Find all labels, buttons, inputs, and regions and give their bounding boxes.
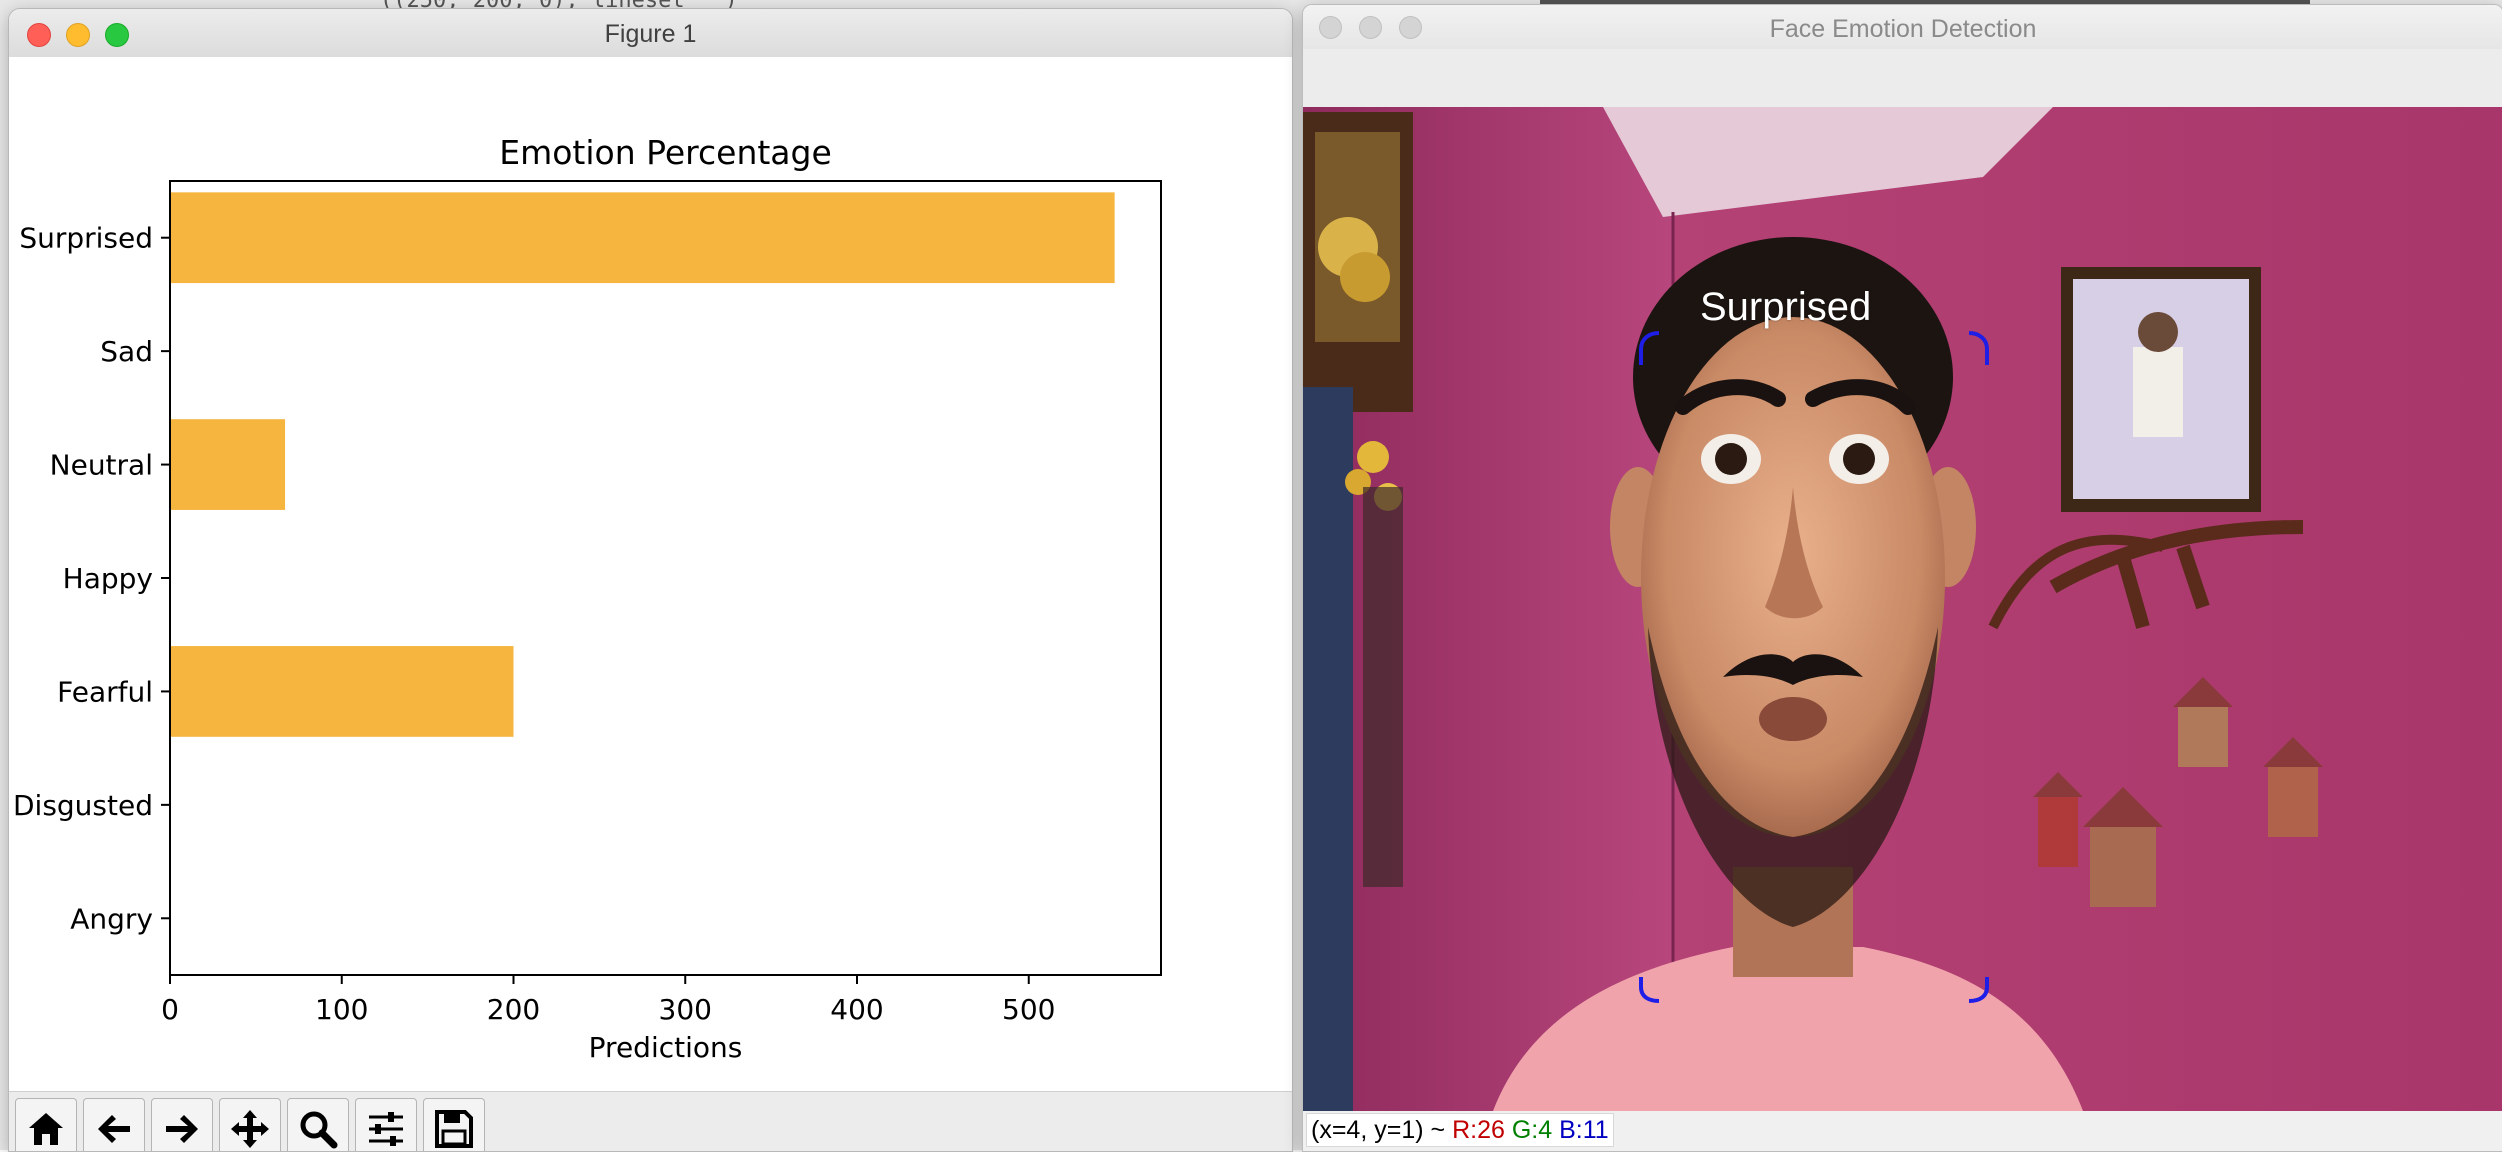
blue-value: B:11 bbox=[1559, 1116, 1609, 1144]
ytick-label-sad: Sad bbox=[100, 335, 153, 368]
ytick-label-disgusted: Disgusted bbox=[13, 789, 153, 822]
back-button[interactable] bbox=[83, 1098, 145, 1151]
xtick-label-400: 400 bbox=[830, 993, 883, 1026]
figure-window: Figure 1 Emotion Percentage Angry Disguste… bbox=[8, 8, 1293, 1152]
figure-window-title: Figure 1 bbox=[604, 20, 697, 48]
face-window-title: Face Emotion Detection bbox=[1769, 15, 2037, 43]
save-button[interactable] bbox=[423, 1098, 485, 1151]
ytick-label-angry: Angry bbox=[70, 902, 153, 935]
xtick-label-0: 0 bbox=[161, 993, 179, 1026]
home-icon bbox=[29, 1113, 63, 1145]
home-button[interactable] bbox=[15, 1098, 77, 1151]
xtick-label-300: 300 bbox=[659, 993, 712, 1026]
desktop: ((250, 200, 0), lineset"" ) Figure 1 Emo… bbox=[0, 0, 2502, 1152]
bar-fearful bbox=[170, 646, 514, 737]
figure-canvas[interactable]: Emotion Percentage Angry Disgusted Fearful H… bbox=[9, 57, 1292, 1091]
pan-button[interactable] bbox=[219, 1098, 281, 1151]
x-axis-label: Predictions bbox=[589, 1031, 743, 1064]
chart-title: Emotion Percentage bbox=[499, 133, 832, 172]
red-value: R:26 bbox=[1452, 1116, 1505, 1144]
ytick-label-surprised: Surprised bbox=[19, 222, 153, 255]
pixel-readout: (x=4, y=1) ~ R:26 G:4 B:11 bbox=[1306, 1113, 1614, 1147]
cursor-position: (x=4, y=1) ~ bbox=[1311, 1116, 1446, 1144]
move-icon bbox=[231, 1110, 269, 1148]
ytick-label-fearful: Fearful bbox=[57, 675, 153, 708]
magnifier-icon bbox=[300, 1111, 338, 1149]
arrow-left-icon bbox=[98, 1115, 130, 1143]
detected-emotion-label: Surprised bbox=[1700, 285, 1872, 329]
green-value: G:4 bbox=[1511, 1116, 1553, 1144]
ytick-label-happy: Happy bbox=[63, 562, 153, 595]
bar-neutral bbox=[170, 419, 286, 510]
zoom-button[interactable] bbox=[287, 1098, 349, 1151]
floppy-disk-icon bbox=[435, 1110, 473, 1148]
bar-surprised bbox=[170, 192, 1115, 284]
webcam-image bbox=[1303, 107, 2502, 1111]
webcam-video-frame[interactable]: Surprised bbox=[1303, 107, 2502, 1111]
axes-frame bbox=[169, 180, 1162, 976]
face-window-toolbar bbox=[1303, 49, 2502, 107]
emotion-bar-chart: Emotion Percentage Angry Disgusted Fearful H… bbox=[13, 133, 1162, 1064]
status-bar: (x=4, y=1) ~ R:26 G:4 B:11 bbox=[1303, 1111, 2502, 1151]
figure-toolbar bbox=[9, 1091, 1292, 1151]
face-detection-window: Face Emotion Detection Surprised (x=4, y… bbox=[1302, 4, 2502, 1152]
configure-subplots-button[interactable] bbox=[355, 1098, 417, 1151]
xtick-label-200: 200 bbox=[487, 993, 540, 1026]
ytick-label-neutral: Neutral bbox=[50, 449, 153, 482]
arrow-right-icon bbox=[166, 1115, 198, 1143]
xtick-label-100: 100 bbox=[315, 993, 368, 1026]
sliders-icon bbox=[369, 1112, 403, 1146]
xtick-label-500: 500 bbox=[1002, 993, 1055, 1026]
face-window-titlebar[interactable]: Face Emotion Detection bbox=[1303, 5, 2502, 49]
forward-button[interactable] bbox=[151, 1098, 213, 1151]
figure-titlebar[interactable]: Figure 1 bbox=[9, 9, 1292, 58]
